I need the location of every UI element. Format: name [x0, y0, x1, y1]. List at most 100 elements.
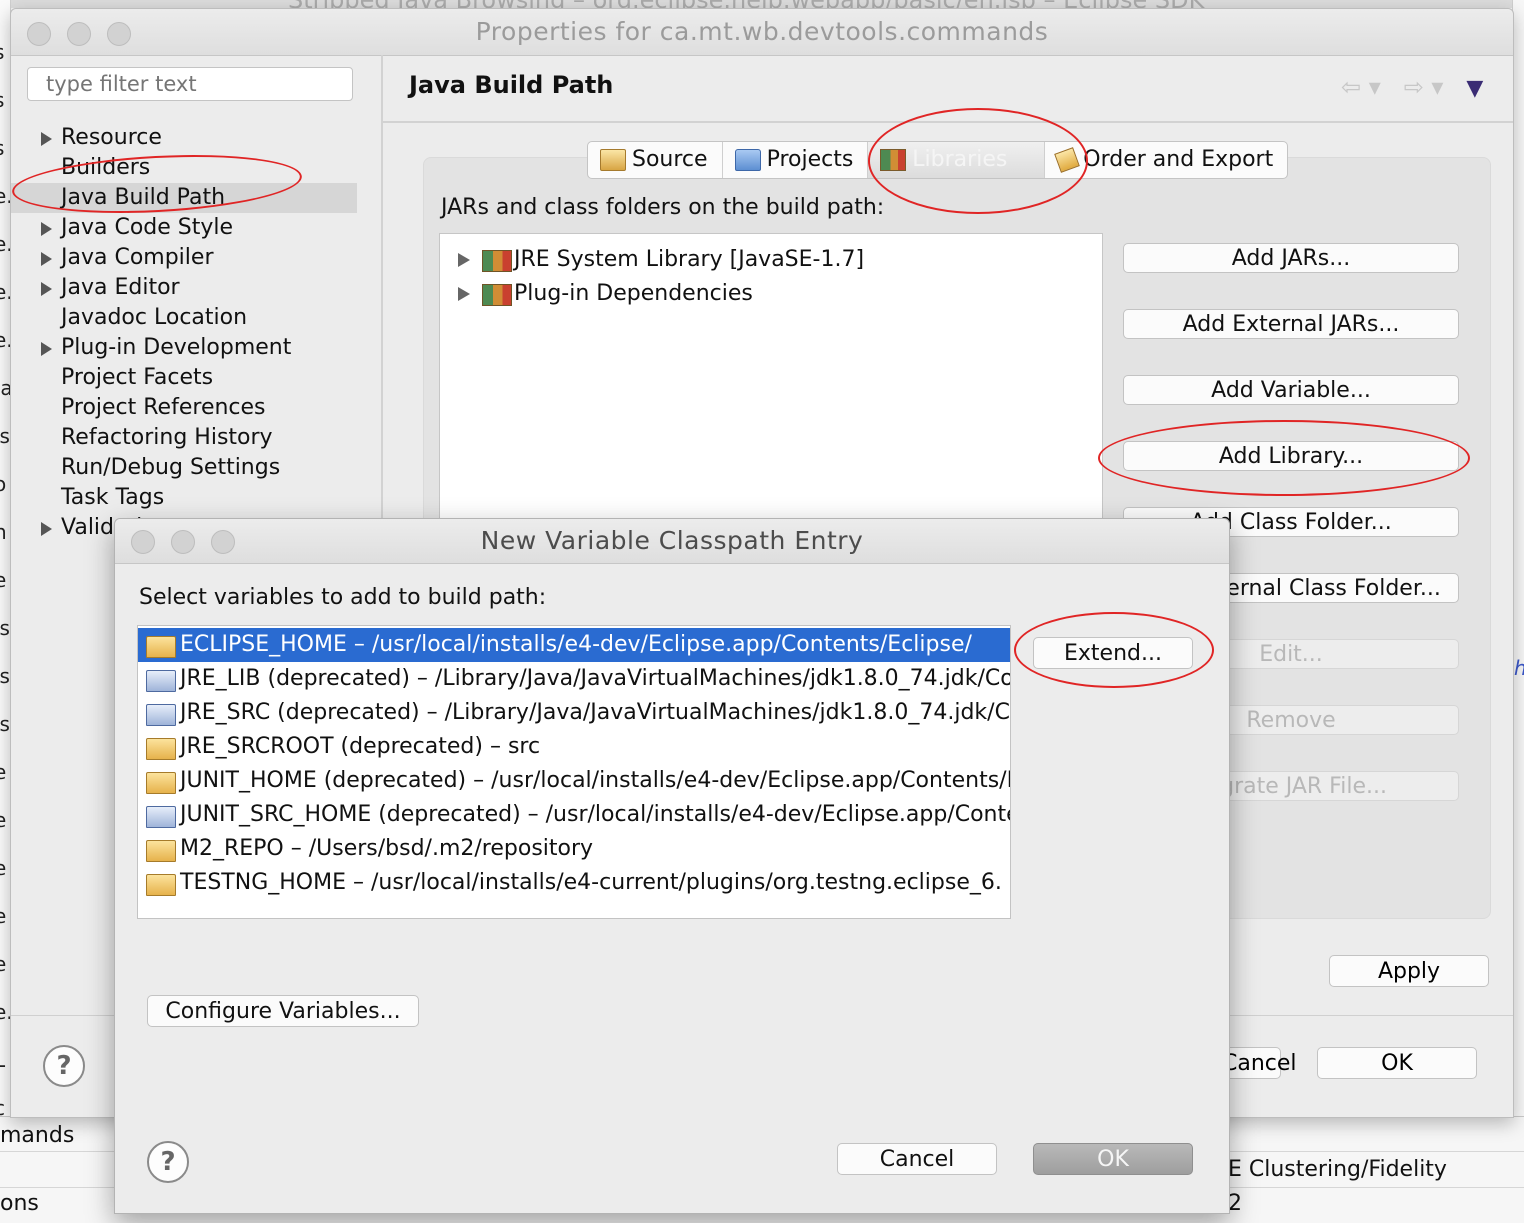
extend-button[interactable]: Extend...: [1033, 637, 1193, 669]
background-text-fragment: s: [0, 40, 4, 64]
variable-item[interactable]: JUNIT_SRC_HOME (deprecated) – /usr/local…: [138, 798, 1010, 832]
configure-variables-button[interactable]: Configure Variables...: [147, 995, 419, 1027]
tree-item[interactable]: Plug-in Development: [11, 333, 357, 363]
add-variable-button[interactable]: Add Variable...: [1123, 375, 1459, 405]
variable-label: JRE_SRC (deprecated) – /Library/Java/Jav…: [180, 700, 1011, 725]
background-text-fragment: e: [0, 760, 6, 784]
expand-arrow-icon[interactable]: [41, 342, 52, 356]
background-text-fragment: ls: [0, 664, 10, 688]
back-arrow-icon[interactable]: ⇦ ▾: [1341, 73, 1381, 101]
folder-icon: [146, 874, 176, 896]
expand-arrow-icon[interactable]: [41, 522, 52, 536]
background-text-fragment: e: [0, 808, 6, 832]
background-row-label: ons: [0, 1191, 39, 1216]
tree-item-label: Refactoring History: [61, 425, 273, 450]
variable-label: JRE_SRCROOT (deprecated) – src: [180, 734, 541, 759]
expand-arrow-icon[interactable]: [41, 252, 52, 266]
tree-item[interactable]: Java Compiler: [11, 243, 357, 273]
tree-item[interactable]: Resource: [11, 123, 357, 153]
divider: [383, 121, 1513, 123]
tab-label: Libraries: [912, 147, 1008, 172]
add-external-jars-button[interactable]: Add External JARs...: [1123, 309, 1459, 339]
tree-item-label: Builders: [61, 155, 151, 180]
add-library-button[interactable]: Add Library...: [1123, 441, 1459, 471]
variable-label: M2_REPO – /Users/bsd/.m2/repository: [180, 836, 594, 861]
expand-arrow-icon[interactable]: [458, 287, 470, 301]
tree-item[interactable]: Run/Debug Settings: [11, 453, 357, 483]
background-text-fragment: ls: [0, 616, 10, 640]
variable-icon: [146, 704, 176, 726]
background-row-label: 2: [1228, 1191, 1242, 1216]
page-navigation: ⇦ ▾ ⇨ ▾ ▼: [1341, 73, 1483, 101]
filter-input[interactable]: [27, 67, 353, 101]
view-menu-icon[interactable]: ▼: [1466, 76, 1483, 101]
tree-item[interactable]: Builders: [11, 153, 357, 183]
variable-label: JRE_LIB (deprecated) – /Library/Java/Jav…: [180, 666, 1011, 691]
tab-libraries[interactable]: Libraries: [868, 142, 1046, 178]
tree-item-label: Java Build Path: [61, 185, 226, 210]
expand-arrow-icon[interactable]: [41, 132, 52, 146]
variable-item[interactable]: ECLIPSE_HOME – /usr/local/installs/e4-de…: [138, 628, 1010, 662]
background-text-fragment: s: [0, 88, 4, 112]
ok-button[interactable]: OK: [1033, 1143, 1193, 1175]
libraries-icon: [880, 149, 907, 171]
expand-arrow-icon[interactable]: [41, 282, 52, 296]
folder-icon: [146, 772, 176, 794]
variable-label: TESTNG_HOME – /usr/local/installs/e4-cur…: [180, 870, 1002, 895]
expand-arrow-icon[interactable]: [41, 222, 52, 236]
library-label: JRE System Library [JavaSE-1.7]: [514, 247, 865, 272]
expand-arrow-icon[interactable]: [458, 253, 470, 267]
variable-dialog-titlebar[interactable]: New Variable Classpath Entry: [115, 519, 1229, 564]
properties-titlebar[interactable]: Properties for ca.mt.wb.devtools.command…: [11, 9, 1513, 56]
forward-arrow-icon[interactable]: ⇨ ▾: [1404, 73, 1444, 101]
ok-button[interactable]: OK: [1317, 1047, 1477, 1079]
variable-item[interactable]: JUNIT_HOME (deprecated) – /usr/local/ins…: [138, 764, 1010, 798]
background-text-fragment: n: [0, 520, 7, 544]
tree-item[interactable]: Task Tags: [11, 483, 357, 513]
tree-item-label: Run/Debug Settings: [61, 455, 281, 480]
variable-icon: [146, 806, 176, 828]
variable-item[interactable]: M2_REPO – /Users/bsd/.m2/repository: [138, 832, 1010, 866]
library-icon: [482, 250, 512, 272]
tree-item[interactable]: Java Build Path: [11, 183, 357, 213]
tree-item[interactable]: Project References: [11, 393, 357, 423]
tree-item[interactable]: Java Code Style: [11, 213, 357, 243]
tree-item[interactable]: Javadoc Location: [11, 303, 357, 333]
tab-order-and-export[interactable]: Order and Export: [1045, 142, 1287, 178]
cancel-button[interactable]: Cancel: [837, 1143, 997, 1175]
folder-icon: [146, 738, 176, 760]
variable-item[interactable]: JRE_SRCROOT (deprecated) – src: [138, 730, 1010, 764]
tree-item-label: Project Facets: [61, 365, 214, 390]
add-jars-button[interactable]: Add JARs...: [1123, 243, 1459, 273]
tree-item-label: Project References: [61, 395, 266, 420]
background-text-fragment: s: [0, 136, 4, 160]
apply-button[interactable]: Apply: [1329, 955, 1489, 987]
variable-item[interactable]: TESTNG_HOME – /usr/local/installs/e4-cur…: [138, 866, 1010, 900]
tree-item[interactable]: Project Facets: [11, 363, 357, 393]
background-text-fragment: ls: [0, 424, 10, 448]
variable-icon: [146, 670, 176, 692]
libraries-list[interactable]: JRE System Library [JavaSE-1.7] Plug-in D…: [439, 233, 1103, 535]
tab-source[interactable]: Source: [588, 142, 723, 178]
variable-item[interactable]: JRE_SRC (deprecated) – /Library/Java/Jav…: [138, 696, 1010, 730]
folder-icon: [146, 840, 176, 862]
tree-item[interactable]: Refactoring History: [11, 423, 357, 453]
source-folder-icon: [600, 149, 626, 171]
tree-item[interactable]: Java Editor: [11, 273, 357, 303]
help-icon[interactable]: ?: [43, 1045, 85, 1087]
properties-title: Properties for ca.mt.wb.devtools.command…: [475, 17, 1049, 46]
library-label: Plug-in Dependencies: [514, 281, 753, 306]
page-title: Java Build Path: [409, 71, 614, 99]
variable-item[interactable]: JRE_LIB (deprecated) – /Library/Java/Jav…: [138, 662, 1010, 696]
variable-label: JUNIT_SRC_HOME (deprecated) – /usr/local…: [180, 802, 1011, 827]
background-text-fragment: e: [0, 856, 6, 880]
background-text-fragment: e: [0, 568, 6, 592]
tree-item-label: Task Tags: [61, 485, 165, 510]
help-icon[interactable]: ?: [147, 1141, 189, 1183]
background-text-fragment: e: [0, 952, 6, 976]
tab-projects[interactable]: Projects: [723, 142, 869, 178]
build-path-tabs: Source Projects Libraries Order and Export: [587, 141, 1289, 179]
background-row-label: mands: [0, 1123, 75, 1148]
variables-list[interactable]: ECLIPSE_HOME – /usr/local/installs/e4-de…: [137, 625, 1011, 919]
tree-item-label: Javadoc Location: [61, 305, 248, 330]
